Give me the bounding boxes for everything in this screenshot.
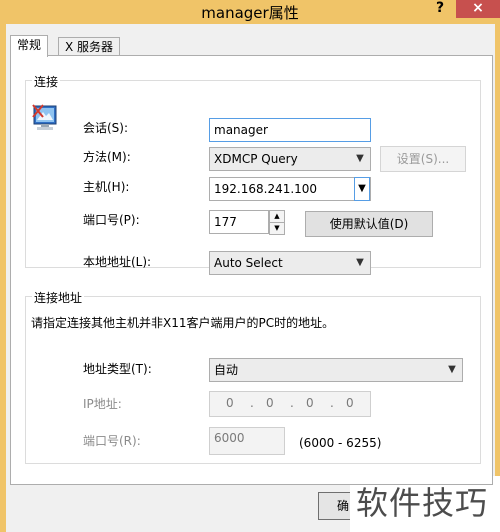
tab-general[interactable]: 常规 xyxy=(10,35,49,57)
port-label: 端口号(P): xyxy=(83,213,140,227)
ip-segment-4: 0 xyxy=(346,396,354,410)
chevron-down-icon: ▼ xyxy=(356,257,364,268)
tab-x-server-label: X 服务器 xyxy=(65,40,114,54)
use-default-button[interactable]: 使用默认值(D) xyxy=(305,211,433,237)
address-type-label: 地址类型(T): xyxy=(83,362,152,376)
tab-panel-general: 连接 会话(S): manager 方法(M): XDMCP Query ▼ 设… xyxy=(10,55,493,485)
port-spin-down-icon[interactable]: ▼ xyxy=(269,222,285,235)
address-type-select[interactable]: 自动 ▼ xyxy=(209,358,463,382)
help-button[interactable]: ? xyxy=(430,0,450,20)
tab-general-label: 常规 xyxy=(17,38,42,52)
connection-group-title: 连接 xyxy=(32,73,61,90)
ok-button[interactable]: 确 xyxy=(318,492,352,520)
method-label: 方法(M): xyxy=(83,150,131,164)
address-port-range: (6000 - 6255) xyxy=(299,436,382,450)
computer-icon xyxy=(32,104,57,130)
session-label: 会话(S): xyxy=(83,121,129,135)
address-port-input[interactable]: 6000 xyxy=(209,427,285,455)
connect-address-description: 请指定连接其他主机并非X11客户端用户的PC时的地址。 xyxy=(31,316,335,330)
method-select-value: XDMCP Query xyxy=(214,152,298,166)
ip-dot: . xyxy=(290,396,294,410)
ip-dot: . xyxy=(250,396,254,410)
chevron-down-icon[interactable]: ▼ xyxy=(354,177,370,201)
tab-x-server[interactable]: X 服务器 xyxy=(58,37,121,57)
local-address-select[interactable]: Auto Select ▼ xyxy=(209,251,371,275)
local-address-value: Auto Select xyxy=(214,256,283,270)
chevron-down-icon: ▼ xyxy=(448,364,456,375)
local-address-label: 本地地址(L): xyxy=(83,255,152,269)
connect-address-group-title: 连接地址 xyxy=(32,289,85,306)
session-input[interactable]: manager xyxy=(209,118,371,142)
port-input[interactable]: 177 xyxy=(209,210,269,234)
host-label: 主机(H): xyxy=(83,180,130,194)
ip-address-label: IP地址: xyxy=(83,397,122,411)
host-value: 192.168.241.100 xyxy=(214,182,318,196)
ip-segment-3: 0 xyxy=(306,396,314,410)
window-title: manager属性 xyxy=(201,4,299,22)
ip-segment-2: 0 xyxy=(266,396,274,410)
ip-address-input[interactable]: 0 . 0 . 0 . 0 xyxy=(209,391,371,417)
address-type-value: 自动 xyxy=(214,363,239,377)
ip-dot: . xyxy=(330,396,334,410)
title-bar: manager属性 ? × xyxy=(0,0,500,24)
ip-segment-1: 0 xyxy=(226,396,234,410)
host-combobox[interactable]: 192.168.241.100 ▼ xyxy=(209,177,371,201)
close-button[interactable]: × xyxy=(456,0,500,18)
address-port-label: 端口号(R): xyxy=(83,434,141,448)
dialog-body: 常规 X 服务器 连接 会话(S): manager 方法(M): XDMCP … xyxy=(6,24,495,532)
settings-button[interactable]: 设置(S)... xyxy=(380,146,466,172)
chevron-down-icon: ▼ xyxy=(356,153,364,164)
window-border-right xyxy=(495,24,500,532)
connection-group: 连接 xyxy=(25,73,481,268)
method-select[interactable]: XDMCP Query ▼ xyxy=(209,147,371,171)
